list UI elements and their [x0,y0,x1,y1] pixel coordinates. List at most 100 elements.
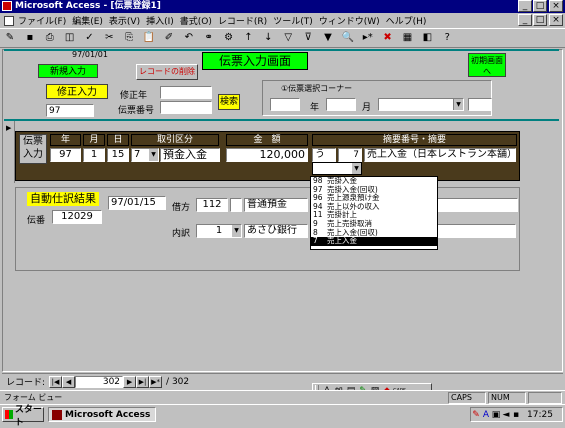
year-value-field[interactable]: 97 [46,104,94,117]
menu-help[interactable]: ヘルプ(H) [386,14,427,27]
prev-record-button[interactable]: ◀ [62,375,76,388]
kind-code-select[interactable]: 7 ▼ [131,148,159,162]
delete-record-button[interactable]: レコードの削除 [136,64,198,80]
network-icon[interactable]: ▪ [511,410,521,420]
menu-edit[interactable]: 編集(E) [72,14,103,27]
app-icon [2,1,12,11]
speaker-icon[interactable]: ◄ [501,410,511,420]
toolbar: ✎ ▪ ⎙ ◫ ✓ ✂ ⎘ 📋 ✐ ↶ ⚭ ⚙ ↑ ↓ ▽ ⊽ ▼ 🔍 ▸* ✖… [0,28,565,48]
summary-code-field[interactable]: う [312,148,336,162]
month-input[interactable]: 1 [83,148,105,162]
init-screen-button[interactable]: 初期画面へ [468,53,506,77]
undo-icon[interactable]: ↶ [181,30,197,46]
debit-name-field[interactable]: 普通預金 [244,198,308,212]
first-record-button[interactable]: |◀ [49,375,63,388]
minimize-button[interactable]: _ [518,0,532,12]
filter-by-form-icon[interactable]: ⊽ [300,30,316,46]
menu-file[interactable]: ファイル(F) [18,14,66,27]
paste-icon[interactable]: 📋 [141,30,157,46]
cut-icon[interactable]: ✂ [101,30,117,46]
debit-code-suffix[interactable] [230,198,242,212]
search-button[interactable]: 検索 [218,94,240,110]
next-record-button[interactable]: ▶ [123,375,137,388]
debit-code-field[interactable]: 112 [196,198,228,212]
menu-insert[interactable]: 挿入(I) [146,14,174,27]
amount-input[interactable]: 120,000 [226,148,308,162]
year-input[interactable]: 97 [50,148,81,162]
header-day: 日 [107,134,129,146]
chevron-down-icon[interactable]: ▼ [232,225,241,237]
summary-text-field[interactable]: 売上入金（日本レストラン本舗） [364,148,516,162]
summary-no-field[interactable]: 7 [338,148,362,162]
doc-icon[interactable] [4,15,14,26]
corner-year-field[interactable] [270,98,300,111]
start-button[interactable]: スタート [2,405,44,428]
kind-name-field[interactable]: 預金入金 [160,148,220,162]
status-empty [528,392,562,404]
corner-extra-field[interactable] [468,98,492,111]
record-selector[interactable]: ▶ [4,121,15,183]
new-record-button[interactable]: ▶* [149,375,163,388]
doc-restore-button[interactable]: □ [533,14,547,26]
filter-by-selection-icon[interactable]: ▽ [280,30,296,46]
save-icon[interactable]: ▪ [22,30,38,46]
apply-filter-icon[interactable]: ▼ [320,30,336,46]
tray-icon[interactable]: ▣ [491,410,501,420]
find-icon[interactable]: 🔍 [340,30,356,46]
credit-amount-field[interactable] [436,198,518,212]
dropdown-item-selected[interactable]: 7 売上入金 [311,237,437,246]
sort-descending-icon[interactable]: ↓ [260,30,276,46]
day-input[interactable]: 15 [107,148,129,162]
task-access[interactable]: Microsoft Access [48,407,156,422]
doc-close-button[interactable]: × [549,14,563,26]
print-preview-icon[interactable]: ◫ [62,30,78,46]
doc-minimize-button[interactable]: _ [518,14,532,26]
design-view-icon[interactable]: ✎ [2,30,18,46]
last-record-button[interactable]: ▶| [136,375,150,388]
chevron-down-icon[interactable]: ▼ [352,163,361,174]
menu-records[interactable]: レコード(R) [218,14,267,27]
edit-entry-button[interactable]: 修正入力 [46,84,108,99]
insert-hyperlink-icon[interactable]: ⚭ [201,30,217,46]
journal-voucher-field[interactable]: 12029 [52,210,102,224]
corner-select[interactable]: ▼ [378,98,464,111]
journal-date-field[interactable]: 97/01/15 [108,196,166,210]
current-record-field[interactable]: 302 [75,375,124,388]
voucher-no-field[interactable] [160,101,212,114]
pen-icon[interactable]: ✎ [471,410,481,420]
format-painter-icon[interactable]: ✐ [161,30,177,46]
status-caps: CAPS [448,392,486,404]
new-object-icon[interactable]: ◧ [419,30,435,46]
detail-code-select[interactable]: 1 ▼ [196,224,242,238]
summary-select[interactable]: ▼ [312,162,362,175]
menu-window[interactable]: ウィンドウ(W) [319,14,380,27]
menu-tools[interactable]: ツール(T) [273,14,313,27]
corner-label: ①伝票選択コーナー [281,84,353,93]
record-navigation: レコード: |◀ ◀ 302 ▶ ▶| ▶* / 302 [2,373,563,389]
corner-month-field[interactable] [326,98,356,111]
chevron-down-icon[interactable]: ▼ [149,149,158,161]
header-year: 年 [50,134,81,146]
print-icon[interactable]: ⎙ [42,30,58,46]
delete-record-icon[interactable]: ✖ [380,30,396,46]
chevron-down-icon[interactable]: ▼ [453,99,463,110]
detail-name-field[interactable]: あさひ銀行 [244,224,308,238]
sort-ascending-icon[interactable]: ↑ [241,30,257,46]
menu-view[interactable]: 表示(V) [109,14,140,27]
close-button[interactable]: × [549,0,563,12]
web-toolbar-icon[interactable]: ⚙ [221,30,237,46]
record-total: / 302 [166,376,190,387]
menu-format[interactable]: 書式(O) [180,14,212,27]
edit-year-field[interactable] [160,86,212,99]
database-window-icon[interactable]: ▦ [400,30,416,46]
maximize-button[interactable]: □ [533,0,547,12]
title-bar: Microsoft Access - [伝票登録1] _ □ × [0,0,565,13]
summary-dropdown[interactable]: 98 売掛入金 97 売掛入金(回収) 96 売上源泉預け金 94 売上以外の収入 11… [310,176,438,250]
new-record-icon[interactable]: ▸* [360,30,376,46]
ime-tray-icon[interactable]: A [481,410,491,420]
app-title: Microsoft Access - [伝票登録1] [15,1,161,11]
copy-icon[interactable]: ⎘ [121,30,137,46]
spelling-icon[interactable]: ✓ [82,30,98,46]
new-entry-button[interactable]: 新規入力 [38,64,98,78]
help-icon[interactable]: ? [439,30,455,46]
